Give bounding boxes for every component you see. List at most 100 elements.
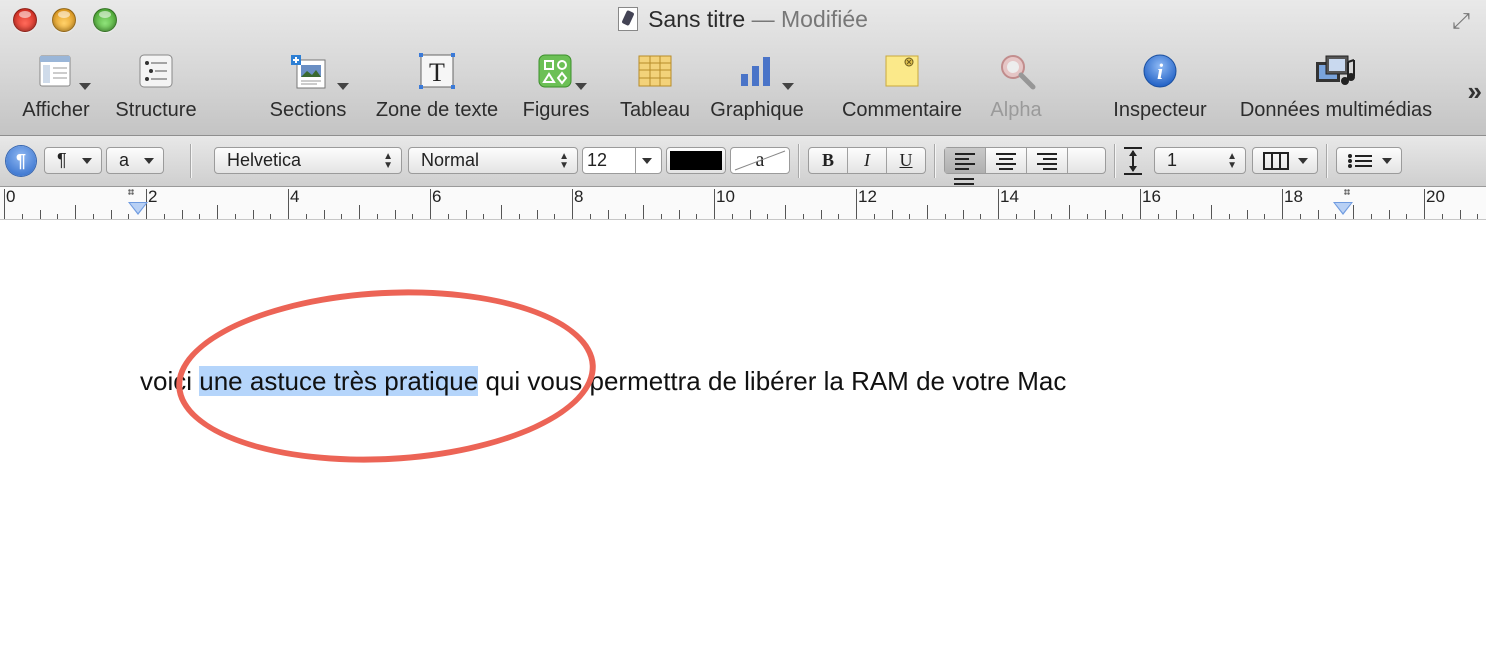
toolbar-shapes-button[interactable]: Figures	[523, 52, 589, 121]
left-indent-marker[interactable]	[128, 202, 148, 215]
ruler-tick	[1140, 189, 1141, 219]
toolbar-overflow-button[interactable]: »	[1468, 76, 1483, 107]
ruler-tick	[1371, 214, 1372, 219]
bulleted-list-icon	[1348, 154, 1372, 168]
toolbar-sections-button[interactable]: Sections	[270, 52, 349, 121]
highlight-color-well[interactable]: a	[730, 147, 790, 174]
ruler-tick	[306, 214, 307, 219]
ruler-tick	[1424, 189, 1425, 219]
divider	[635, 148, 636, 173]
bold-button[interactable]: B	[809, 148, 848, 173]
first-line-indent-handle[interactable]	[128, 189, 134, 195]
ruler-tick	[288, 189, 289, 219]
ruler-tick	[1477, 214, 1478, 219]
ruler-tick	[1211, 205, 1212, 219]
ruler-label: 6	[432, 187, 442, 206]
align-right-icon	[1037, 153, 1057, 170]
toolbar-media-button[interactable]: Données multimédias	[1240, 52, 1432, 121]
columns-icon	[1263, 152, 1289, 170]
ruler-tick	[1176, 210, 1177, 219]
ruler-tick	[537, 210, 538, 219]
outline-icon	[137, 52, 175, 90]
ruler-label: 10	[716, 187, 735, 206]
chevron-down-icon	[642, 158, 652, 164]
ruler-tick	[1229, 214, 1230, 219]
chevron-down-icon	[82, 158, 92, 164]
ruler-tick	[750, 210, 751, 219]
svg-text:i: i	[1157, 59, 1164, 84]
ruler-tick	[1247, 210, 1248, 219]
ruler-tick	[164, 214, 165, 219]
ruler-tick	[554, 214, 555, 219]
ruler-tick	[980, 214, 981, 219]
font-family-popup[interactable]: Helvetica ▲ ▼	[214, 147, 402, 174]
toolbar-table-button[interactable]: Tableau	[620, 52, 690, 121]
paragraph-style-popup[interactable]: ¶	[44, 147, 102, 174]
font-size-value: 12	[587, 150, 608, 170]
italic-button[interactable]: I	[848, 148, 887, 173]
horizontal-ruler[interactable]: 0 2 4 6 8 10 12 14 16 18 20	[0, 187, 1486, 220]
ruler-tick	[1069, 205, 1070, 219]
text-color-swatch	[670, 151, 722, 170]
font-size-combo[interactable]: 12	[582, 147, 662, 174]
underline-button[interactable]: U	[887, 148, 925, 173]
right-indent-handle[interactable]	[1344, 189, 1350, 195]
toolbar-alpha-label: Alpha	[990, 99, 1042, 121]
ruler-tick	[448, 214, 449, 219]
character-style-value: a	[119, 150, 130, 170]
ruler-tick	[75, 205, 76, 219]
text-color-well[interactable]	[666, 147, 726, 174]
character-style-popup[interactable]: a	[106, 147, 164, 174]
media-icon	[1314, 52, 1358, 90]
align-center-icon	[996, 153, 1016, 170]
ruler-tick	[661, 214, 662, 219]
info-icon: i	[1141, 52, 1179, 90]
ruler-tick	[785, 205, 786, 219]
toolbar-sections-label: Sections	[269, 99, 347, 121]
ruler-tick	[1016, 214, 1017, 219]
toolbar-view-button[interactable]: Afficher	[22, 52, 91, 121]
ruler-label: 16	[1142, 187, 1161, 206]
toolbar-alpha-button[interactable]: Alpha	[990, 52, 1042, 121]
ruler-label: 0	[6, 187, 16, 206]
ruler-tick	[874, 214, 875, 219]
list-style-popup[interactable]	[1336, 147, 1402, 174]
chart-icon	[738, 52, 794, 90]
window-toolbar: Sans titre — Modifiée ⤢ Afficher Structu…	[0, 0, 1486, 136]
align-right-button[interactable]	[1027, 148, 1068, 173]
paragraph-style-value: ¶	[57, 150, 67, 170]
ruler-tick	[1442, 214, 1443, 219]
document-canvas[interactable]: voici une astuce très pratique qui vous …	[0, 220, 1486, 658]
ruler-label: 2	[148, 187, 158, 206]
toolbar-textbox-button[interactable]: T Zone de texte	[376, 52, 498, 121]
right-indent-marker[interactable]	[1333, 202, 1353, 215]
toolbar-comment-button[interactable]: Commentaire	[842, 52, 962, 121]
ruler-tick	[395, 210, 396, 219]
ruler-tick	[466, 210, 467, 219]
ruler-tick	[1105, 210, 1106, 219]
fullscreen-icon[interactable]: ⤢	[1448, 8, 1474, 34]
no-color-slash-icon	[734, 150, 786, 171]
divider	[798, 144, 799, 178]
window-title-separator: —	[751, 6, 775, 32]
ruler-tick	[253, 210, 254, 219]
ruler-tick	[359, 205, 360, 219]
columns-popup[interactable]	[1252, 147, 1318, 174]
ruler-tick	[732, 214, 733, 219]
ruler-tick	[1300, 214, 1301, 219]
toolbar-outline-button[interactable]: Structure	[115, 52, 197, 121]
align-left-button[interactable]	[945, 148, 986, 173]
ruler-tick	[696, 214, 697, 219]
ruler-tick	[1034, 210, 1035, 219]
toolbar-inspector-button[interactable]: i Inspecteur	[1113, 52, 1207, 121]
ruler-label: 8	[574, 187, 584, 206]
styles-drawer-button[interactable]: ¶	[6, 146, 36, 176]
toolbar-chart-button[interactable]: Graphique	[710, 52, 804, 121]
ruler-tick	[1087, 214, 1088, 219]
align-left-icon	[955, 153, 975, 170]
line-spacing-popup[interactable]: 1 ▲ ▼	[1154, 147, 1246, 174]
font-typeface-value: Normal	[421, 150, 480, 170]
align-center-button[interactable]	[986, 148, 1027, 173]
font-typeface-popup[interactable]: Normal ▲ ▼	[408, 147, 578, 174]
ruler-tick	[22, 214, 23, 219]
